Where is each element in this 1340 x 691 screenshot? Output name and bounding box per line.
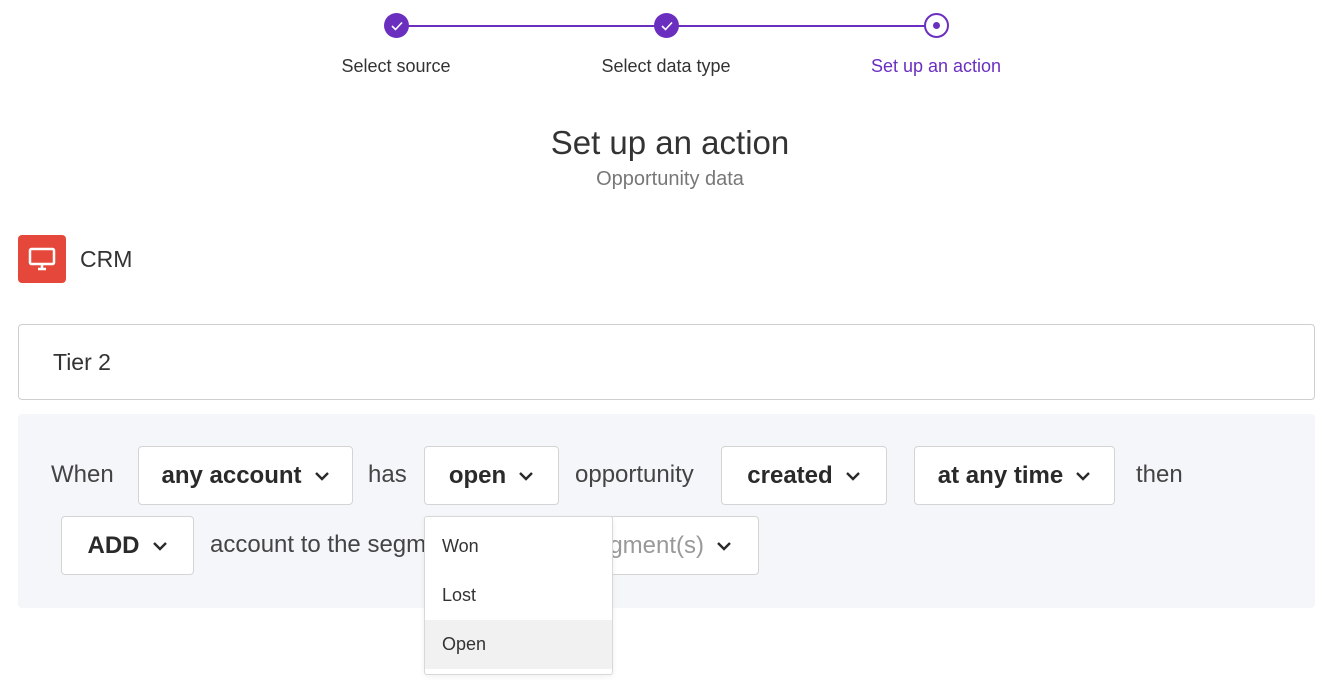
rule-target-label: account to the segm <box>210 531 427 558</box>
menu-item-open[interactable]: Open <box>425 620 612 669</box>
step-label-select-data-type[interactable]: Select data type <box>556 56 776 77</box>
menu-item-lost[interactable]: Lost <box>425 571 612 620</box>
menu-item-won[interactable]: Won <box>425 522 612 571</box>
time-range-dropdown[interactable]: at any time <box>914 446 1115 505</box>
account-scope-dropdown[interactable]: any account <box>138 446 353 505</box>
event-dropdown[interactable]: created <box>721 446 887 505</box>
chevron-down-icon <box>716 541 732 551</box>
action-value: ADD <box>87 531 140 559</box>
step-label-set-up-action[interactable]: Set up an action <box>826 56 1046 77</box>
opportunity-status-dropdown[interactable]: open <box>424 446 559 505</box>
chevron-down-icon <box>518 471 534 481</box>
rule-has-label: has <box>368 461 407 488</box>
step-label-select-source[interactable]: Select source <box>286 56 506 77</box>
rule-panel <box>18 414 1315 608</box>
event-value: created <box>747 461 833 489</box>
chevron-down-icon <box>314 471 330 481</box>
step-1-check-icon[interactable] <box>384 13 409 38</box>
stepper-connector-1 <box>397 25 667 27</box>
chevron-down-icon <box>845 471 861 481</box>
time-range-value: at any time <box>937 461 1064 489</box>
step-3-current-icon[interactable] <box>924 13 949 38</box>
step-2-check-icon[interactable] <box>654 13 679 38</box>
segment-select-placeholder: gment(s) <box>609 531 704 559</box>
page: Select source Select data type Set up an… <box>0 0 1340 691</box>
action-dropdown[interactable]: ADD <box>61 516 194 575</box>
rule-opportunity-label: opportunity <box>575 461 694 488</box>
account-scope-value: any account <box>161 461 302 489</box>
opportunity-status-menu: Won Lost Open <box>424 516 613 675</box>
stepper-connector-2 <box>667 25 937 27</box>
segment-name-input[interactable] <box>18 324 1315 400</box>
rule-when-label: When <box>51 461 114 488</box>
page-subtitle: Opportunity data <box>596 168 744 190</box>
source-label: CRM <box>80 246 133 272</box>
monitor-icon <box>18 235 66 283</box>
opportunity-status-value: open <box>448 461 507 489</box>
chevron-down-icon <box>1075 471 1091 481</box>
page-title: Set up an action <box>550 124 790 161</box>
rule-then-label: then <box>1136 461 1183 488</box>
chevron-down-icon <box>152 541 168 551</box>
